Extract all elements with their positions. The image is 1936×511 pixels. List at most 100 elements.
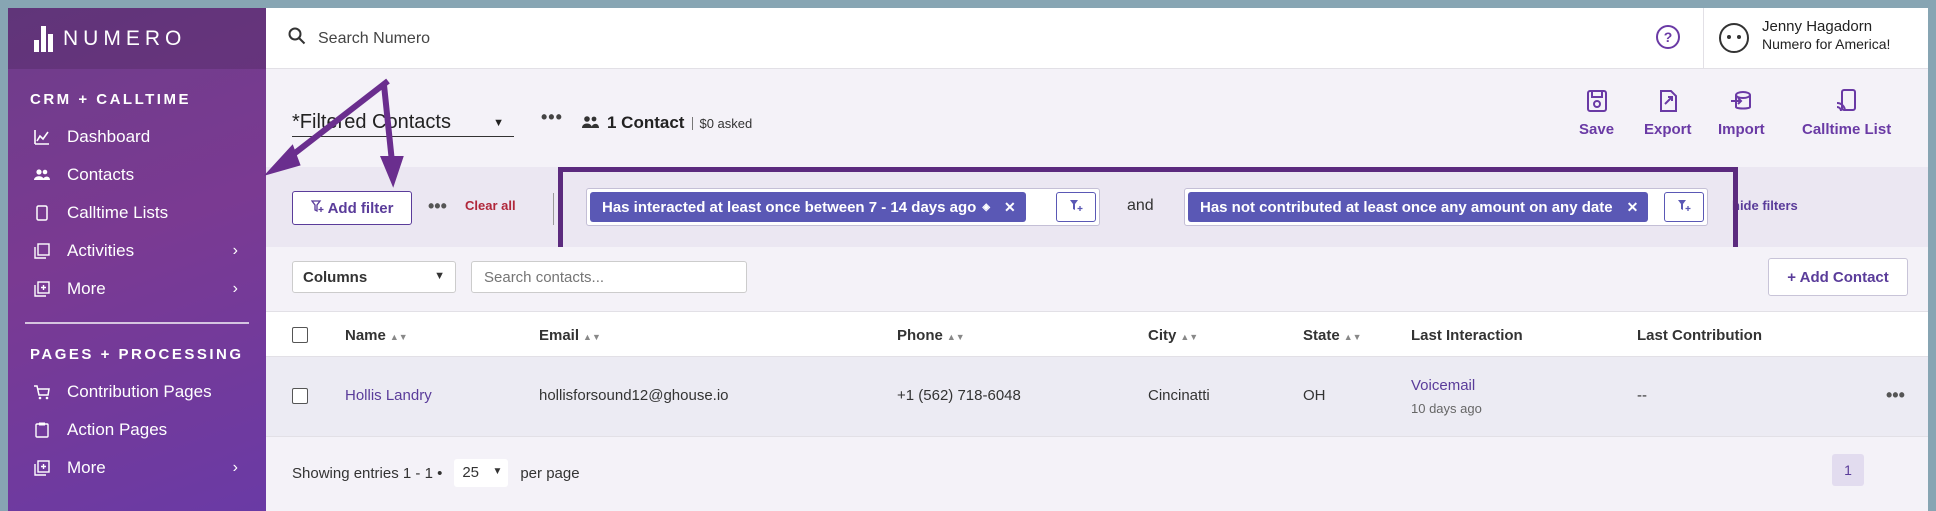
last-interaction-link[interactable]: Voicemail <box>1411 377 1475 394</box>
divider <box>553 193 554 225</box>
last-contribution: -- <box>1637 387 1647 404</box>
filter-more-menu[interactable]: ••• <box>428 196 447 217</box>
per-page-label: per page <box>520 464 580 482</box>
column-header-name[interactable]: Name ▲▼ <box>345 327 408 344</box>
page-header: *Filtered Contacts ▼ ••• 1 Contact $0 as… <box>266 69 1928 167</box>
columns-label: Columns <box>303 269 368 286</box>
sidebar-item-label: Dashboard <box>67 127 151 146</box>
contact-count: 1 Contact $0 asked <box>582 113 752 133</box>
people-icon <box>582 115 599 132</box>
hide-filters-link[interactable]: hide filters <box>1732 198 1798 213</box>
asked-amount: $0 asked <box>692 116 752 130</box>
sidebar-item-activities[interactable]: Activities › <box>8 232 266 270</box>
columns-dropdown[interactable]: Columns ▼ <box>292 261 456 293</box>
divider <box>1703 8 1704 69</box>
contact-city: Cincinatti <box>1148 387 1210 404</box>
sort-icon: ▲▼ <box>389 332 408 342</box>
sidebar-item-label: Calltime Lists <box>67 203 169 222</box>
view-selector[interactable]: *Filtered Contacts ▼ <box>292 111 514 137</box>
sidebar-item-contacts[interactable]: Contacts <box>8 156 266 194</box>
column-header-last-contribution: Last Contribution <box>1637 327 1762 344</box>
import-button[interactable]: Import <box>1718 89 1765 138</box>
logo[interactable]: NUMERO <box>8 8 266 69</box>
section-heading-crm: CRM + CALLTIME <box>30 91 191 108</box>
view-more-menu[interactable]: ••• <box>541 107 563 128</box>
global-search[interactable]: Search Numero <box>288 27 430 50</box>
app-window: NUMERO CRM + CALLTIME Dashboard Contacts… <box>8 8 1928 511</box>
search-contacts-input[interactable] <box>471 261 747 293</box>
contact-phone: +1 (562) 718-6048 <box>897 387 1021 404</box>
sidebar-item-dashboard[interactable]: Dashboard <box>8 118 266 156</box>
top-bar: Search Numero ? Jenny Hagadorn Numero fo… <box>266 8 1928 69</box>
cart-icon <box>34 384 50 400</box>
export-icon <box>1657 89 1679 113</box>
sidebar-item-label: More <box>67 458 106 477</box>
section-heading-pages: PAGES + PROCESSING <box>30 346 244 363</box>
column-header-label: State <box>1303 327 1340 344</box>
column-header-city[interactable]: City ▲▼ <box>1148 327 1198 344</box>
add-filter-label: Add filter <box>327 199 394 217</box>
export-label: Export <box>1644 121 1692 138</box>
caret-down-icon: ▼ <box>493 117 504 129</box>
chevron-right-icon: › <box>232 280 238 297</box>
per-page-select[interactable]: 25 ▼ <box>454 459 509 487</box>
row-actions-menu[interactable]: ••• <box>1886 385 1905 406</box>
showing-entries: Showing entries 1 - 1 • <box>292 464 443 482</box>
column-header-label: City <box>1148 327 1177 344</box>
contact-name-link[interactable]: Hollis Landry <box>345 387 432 404</box>
add-filter-button[interactable]: Add filter <box>292 191 412 225</box>
help-icon[interactable]: ? <box>1656 25 1680 49</box>
column-header-label: Email <box>539 327 580 344</box>
sidebar-divider <box>25 322 249 324</box>
select-all-checkbox[interactable] <box>292 327 308 343</box>
sidebar-item-label: Contacts <box>67 165 135 184</box>
calltime-list-button[interactable]: Calltime List <box>1802 89 1891 138</box>
row-checkbox[interactable] <box>292 388 308 404</box>
avatar[interactable] <box>1719 23 1749 53</box>
logo-text: NUMERO <box>63 26 187 50</box>
more-icon <box>34 281 50 297</box>
table-header: Name ▲▼ Email ▲▼ Phone ▲▼ City ▲▼ State ▲▼ La… <box>266 311 1928 357</box>
sidebar-item-label: Action Pages <box>67 420 168 439</box>
add-contact-button[interactable]: + Add Contact <box>1768 258 1908 296</box>
filter-plus-icon <box>310 199 324 217</box>
annotation-highlight-box <box>558 167 1738 257</box>
sidebar: NUMERO CRM + CALLTIME Dashboard Contacts… <box>8 8 266 511</box>
people-icon <box>34 167 50 183</box>
table-toolbar: Columns ▼ + Add Contact <box>266 247 1928 311</box>
export-button[interactable]: Export <box>1644 89 1692 138</box>
pagination-info: Showing entries 1 - 1 • 25 ▼ per page <box>292 459 580 487</box>
column-header-state[interactable]: State ▲▼ <box>1303 327 1362 344</box>
sidebar-item-action-pages[interactable]: Action Pages <box>8 411 266 449</box>
sidebar-item-contribution-pages[interactable]: Contribution Pages <box>8 373 266 411</box>
more-icon <box>34 460 50 476</box>
import-label: Import <box>1718 121 1765 138</box>
sort-icon: ▲▼ <box>946 332 965 342</box>
logo-bars-icon <box>34 25 53 52</box>
chevron-right-icon: › <box>232 242 238 259</box>
sidebar-item-calltime-lists[interactable]: Calltime Lists <box>8 194 266 232</box>
activities-icon <box>34 243 50 259</box>
import-icon <box>1730 89 1752 113</box>
column-header-phone[interactable]: Phone ▲▼ <box>897 327 965 344</box>
sidebar-item-label: Contribution Pages <box>67 382 212 401</box>
table-row: Hollis Landry hollisforsound12@ghouse.io… <box>266 357 1928 437</box>
sidebar-item-more-crm[interactable]: More › <box>8 270 266 308</box>
chevron-right-icon: › <box>232 459 238 476</box>
column-header-email[interactable]: Email ▲▼ <box>539 327 601 344</box>
per-page-value: 25 <box>462 464 480 481</box>
chevron-down-icon: ▼ <box>492 466 503 477</box>
view-name: *Filtered Contacts <box>292 111 451 133</box>
column-header-label: Name <box>345 327 386 344</box>
page-button[interactable]: 1 <box>1832 454 1864 486</box>
chevron-down-icon: ▼ <box>434 270 445 282</box>
calltime-list-label: Calltime List <box>1802 121 1892 138</box>
user-name[interactable]: Jenny Hagadorn <box>1762 18 1872 35</box>
column-header-label: Phone <box>897 327 943 344</box>
sort-icon: ▲▼ <box>1180 332 1199 342</box>
sidebar-item-more-pages[interactable]: More › <box>8 449 266 487</box>
contact-count-text: 1 Contact <box>607 113 685 132</box>
clear-all-link[interactable]: Clear all <box>465 198 516 213</box>
phone-icon <box>34 205 50 221</box>
save-button[interactable]: Save <box>1579 89 1614 138</box>
